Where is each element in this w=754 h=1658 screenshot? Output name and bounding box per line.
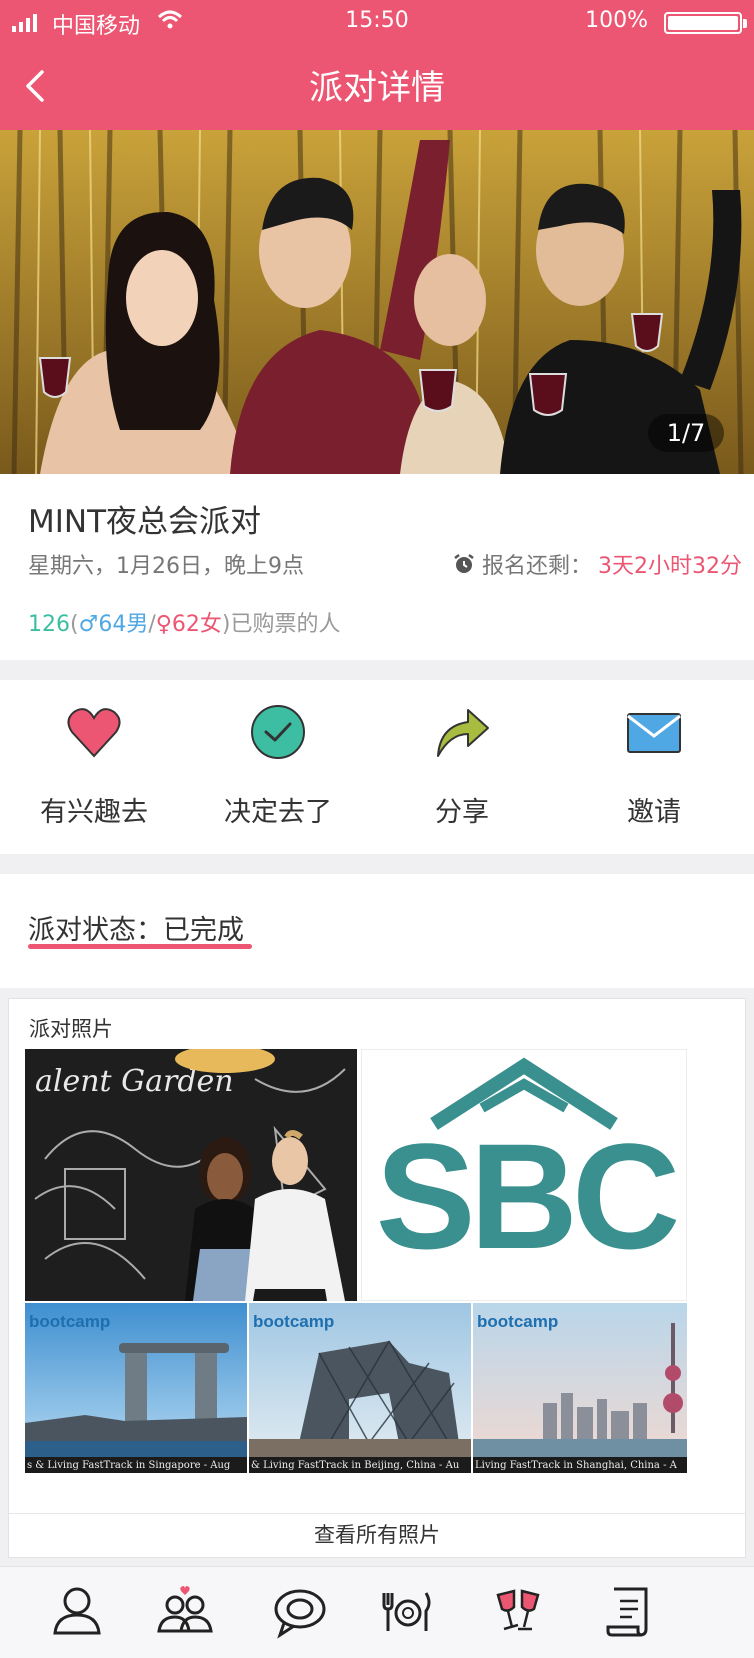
interested-button[interactable]: 有兴趣去	[0, 680, 188, 854]
going-button[interactable]: 决定去了	[184, 680, 372, 854]
deadline-value: 3天2小时32分	[598, 554, 742, 579]
interested-label: 有兴趣去	[40, 797, 148, 828]
view-all-photos-link[interactable]: 查看所有照片	[9, 1513, 745, 1559]
bootcamp-brand: bootcamp	[477, 1312, 558, 1331]
heart-icon	[67, 708, 121, 758]
party-photos-section: 派对照片 alent Garden SBC bootcamp s & Livin…	[8, 998, 746, 1558]
party-status-section: 派对状态：已完成	[0, 874, 754, 988]
invite-label: 邀请	[627, 797, 681, 828]
status-underline	[28, 944, 252, 949]
bootcamp-brand: bootcamp	[253, 1312, 334, 1331]
ticket-count: 126(♂64男/♀62女)已购票的人	[28, 606, 340, 638]
going-label: 决定去了	[224, 797, 332, 828]
paren-open: (	[70, 612, 79, 637]
party-status: 派对状态：已完成	[28, 915, 244, 946]
battery-percent: 100%	[585, 8, 648, 33]
male-icon: ♂	[78, 612, 99, 637]
profile-icon[interactable]	[47, 1581, 107, 1641]
photo-caption: & Living FastTrack in Beijing, China - A…	[251, 1460, 460, 1471]
male-count: 64男	[98, 612, 149, 637]
sbc-logo-text: SBC	[376, 1112, 677, 1280]
count-separator: /	[148, 612, 156, 637]
share-label: 分享	[435, 797, 489, 828]
bootcamp-brand: bootcamp	[29, 1312, 110, 1331]
share-arrow-icon	[437, 709, 489, 757]
matchmaking-icon[interactable]	[155, 1581, 215, 1641]
photo-4-beijing[interactable]: bootcamp & Living FastTrack in Beijing, …	[249, 1303, 471, 1473]
action-bar: 有兴趣去 决定去了 分享 邀请	[0, 680, 754, 854]
party-name: MINT夜总会派对	[28, 504, 262, 540]
chat-icon[interactable]	[270, 1581, 330, 1641]
registration-deadline: 报名还剩： 3天2小时32分	[452, 548, 742, 580]
share-button[interactable]: 分享	[368, 680, 556, 854]
party-datetime: 星期六，1月26日，晚上9点	[28, 554, 304, 579]
photo-5-shanghai[interactable]: bootcamp Living FastTrack in Shanghai, C…	[473, 1303, 687, 1473]
dining-icon[interactable]	[376, 1581, 436, 1641]
scroll-icon[interactable]	[600, 1581, 660, 1641]
battery-icon	[664, 12, 747, 34]
nav-bar: 派对详情	[0, 46, 754, 130]
status-bar: 中国移动 15:50 100%	[0, 0, 754, 46]
photo-1[interactable]: alent Garden	[25, 1049, 357, 1301]
photo-caption: s & Living FastTrack in Singapore - Aug	[27, 1460, 231, 1471]
photo-2-sbc-logo[interactable]: SBC	[361, 1049, 687, 1301]
page-title: 派对详情	[309, 68, 445, 108]
photos-heading: 派对照片	[29, 1017, 113, 1041]
deadline-label: 报名还剩：	[481, 554, 592, 579]
photo-caption: Living FastTrack in Shanghai, China - A	[475, 1460, 678, 1471]
party-info: MINT夜总会派对 星期六，1月26日，晚上9点 报名还剩： 3天2小时32分 …	[0, 474, 754, 660]
party-photo	[0, 130, 754, 474]
tab-bar	[0, 1566, 754, 1658]
image-counter: 1/7	[648, 414, 724, 452]
alarm-clock-icon	[454, 554, 474, 573]
female-icon: ♀	[155, 612, 172, 637]
check-circle-icon	[251, 705, 305, 759]
total-count: 126	[28, 612, 70, 637]
envelope-icon	[627, 713, 681, 753]
count-suffix: )已购票的人	[221, 612, 341, 637]
party-toast-icon[interactable]	[488, 1581, 548, 1641]
hero-image-carousel[interactable]: 1/7	[0, 130, 754, 474]
photo-3-singapore[interactable]: bootcamp s & Living FastTrack in Singapo…	[25, 1303, 247, 1473]
invite-button[interactable]: 邀请	[560, 680, 748, 854]
female-count: 62女	[171, 612, 222, 637]
